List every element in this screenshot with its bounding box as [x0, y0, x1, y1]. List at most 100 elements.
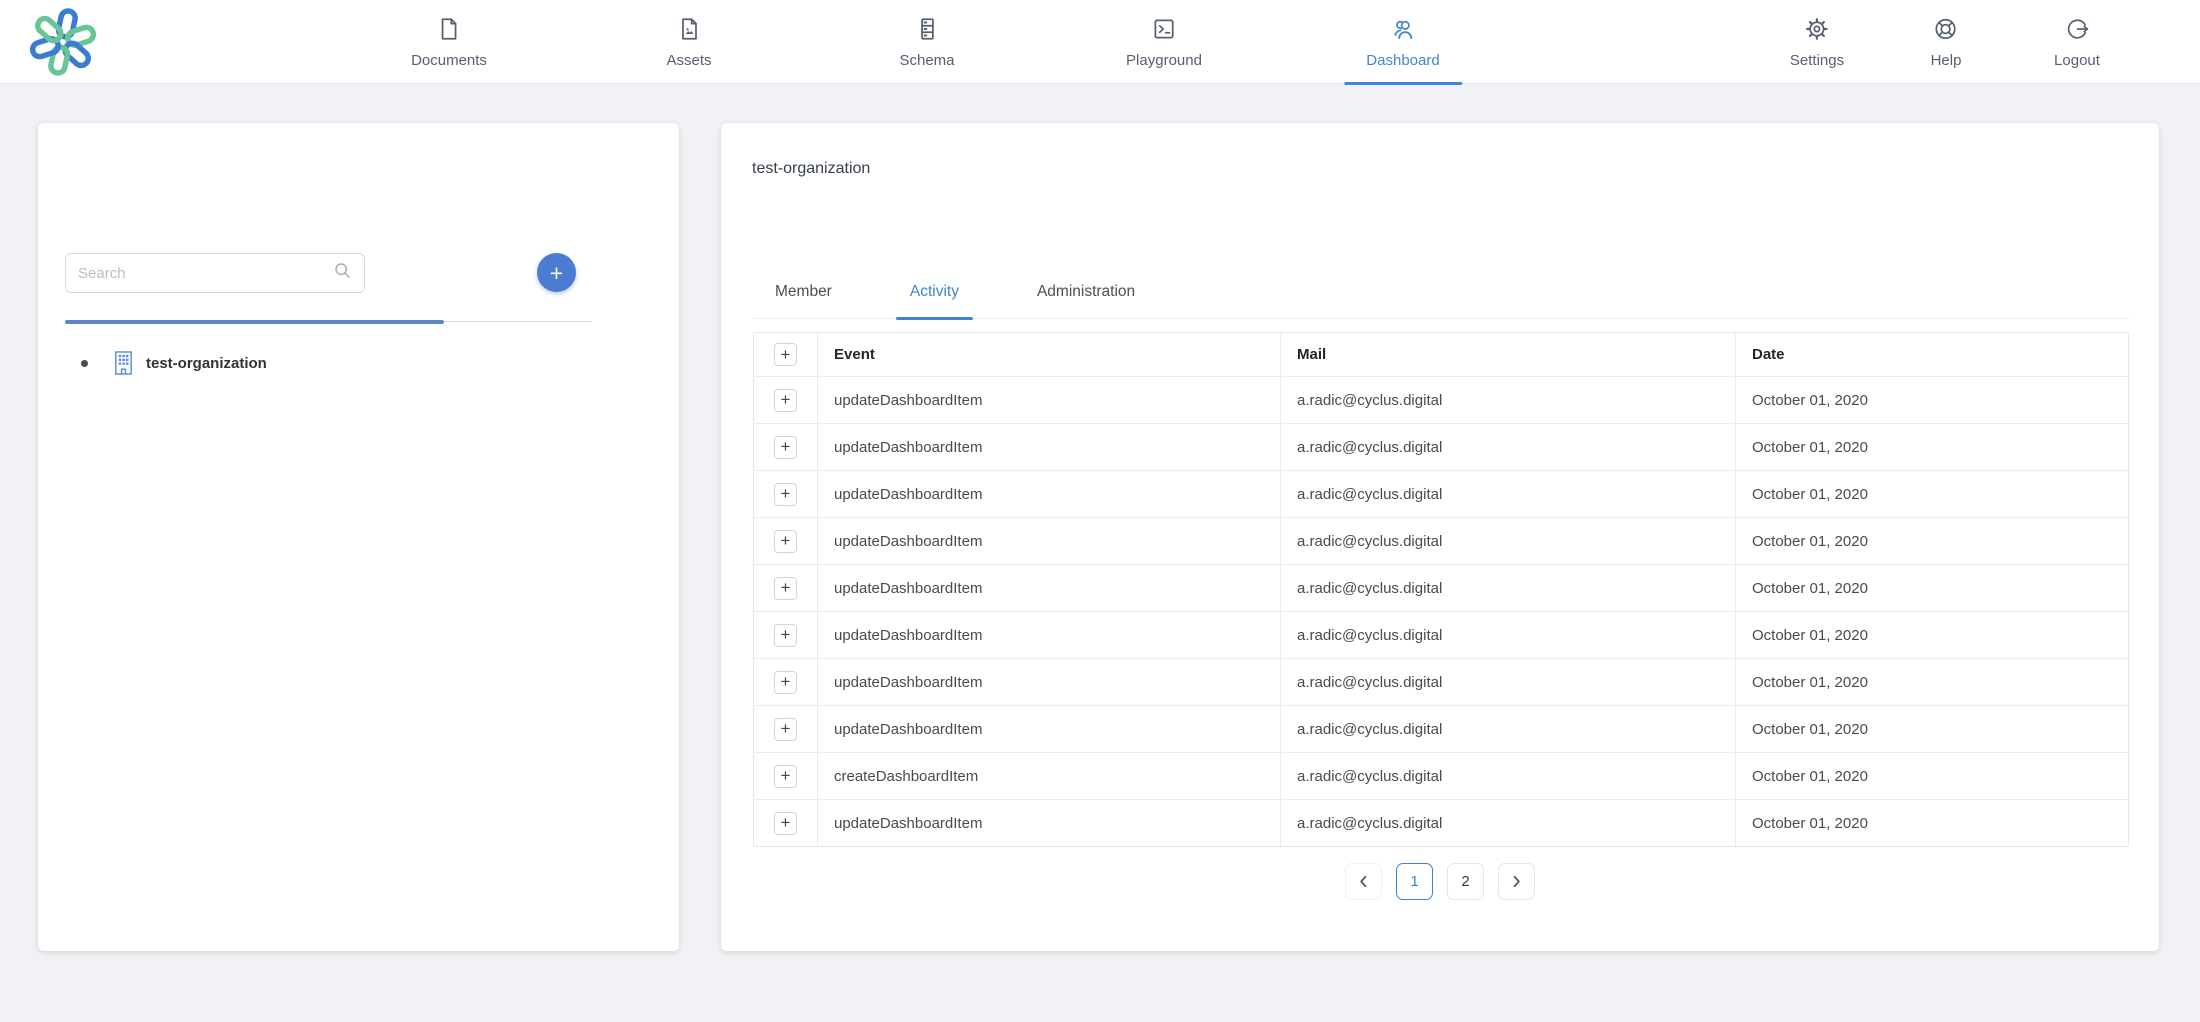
nav-label: Settings — [1790, 52, 1844, 69]
activity-table: Event Mail Date updateDashboardItem a.ra… — [753, 332, 2129, 847]
event-cell: updateDashboardItem — [817, 518, 1280, 564]
table-row: createDashboardItem a.radic@cyclus.digit… — [754, 752, 2128, 799]
database-icon — [914, 16, 940, 46]
expand-row-button[interactable] — [774, 436, 797, 459]
table-row: updateDashboardItem a.radic@cyclus.digit… — [754, 705, 2128, 752]
event-cell: updateDashboardItem — [817, 565, 1280, 611]
header-event: Event — [817, 333, 1280, 376]
expand-cell — [754, 800, 817, 846]
date-cell: October 01, 2020 — [1735, 612, 2130, 658]
mail-cell: a.radic@cyclus.digital — [1280, 612, 1735, 658]
nav-item-schema[interactable]: Schema — [899, 0, 954, 84]
header-mail: Mail — [1280, 333, 1735, 376]
table-row: updateDashboardItem a.radic@cyclus.digit… — [754, 423, 2128, 470]
expand-cell — [754, 706, 817, 752]
next-page-button[interactable] — [1498, 863, 1535, 900]
table-row: updateDashboardItem a.radic@cyclus.digit… — [754, 658, 2128, 705]
nav-label: Playground — [1126, 52, 1202, 69]
expand-row-button[interactable] — [774, 530, 797, 553]
terminal-icon — [1151, 16, 1177, 46]
organization-detail-panel: test-organization Member Activity Admini… — [721, 123, 2159, 951]
nav-label: Logout — [2054, 52, 2100, 69]
event-cell: updateDashboardItem — [817, 800, 1280, 846]
add-organization-button[interactable]: + — [537, 253, 576, 292]
tree-bullet-icon — [81, 360, 88, 367]
top-navbar: Documents Assets Schema Playground — [0, 0, 2200, 84]
gear-icon — [1804, 16, 1830, 46]
tree-item-test-organization[interactable]: test-organization — [38, 345, 679, 381]
date-cell: October 01, 2020 — [1735, 706, 2130, 752]
mail-cell: a.radic@cyclus.digital — [1280, 565, 1735, 611]
document-icon — [436, 16, 462, 46]
tree-item-label: test-organization — [146, 355, 267, 372]
mail-cell: a.radic@cyclus.digital — [1280, 800, 1735, 846]
table-body: updateDashboardItem a.radic@cyclus.digit… — [754, 376, 2128, 846]
search-icon[interactable] — [333, 261, 352, 285]
scrollbar-thumb[interactable] — [65, 320, 444, 324]
search-box — [65, 253, 365, 293]
expand-row-button[interactable] — [774, 483, 797, 506]
nav-label: Dashboard — [1366, 52, 1439, 69]
nav-item-help[interactable]: Help — [1931, 0, 1962, 84]
event-cell: updateDashboardItem — [817, 377, 1280, 423]
nav-item-assets[interactable]: Assets — [666, 0, 711, 84]
tab-administration[interactable]: Administration — [1023, 283, 1149, 318]
expand-cell — [754, 659, 817, 705]
header-expand-cell — [754, 333, 817, 376]
search-row: + — [65, 253, 679, 293]
expand-row-button[interactable] — [774, 812, 797, 835]
expand-cell — [754, 377, 817, 423]
table-row: updateDashboardItem a.radic@cyclus.digit… — [754, 376, 2128, 423]
horizontal-scrollbar[interactable] — [65, 319, 592, 324]
expand-row-button[interactable] — [774, 389, 797, 412]
page-button-2[interactable]: 2 — [1447, 863, 1484, 900]
tab-member[interactable]: Member — [761, 283, 846, 318]
table-row: updateDashboardItem a.radic@cyclus.digit… — [754, 564, 2128, 611]
expand-row-button[interactable] — [774, 765, 797, 788]
nav-item-logout[interactable]: Logout — [2054, 0, 2100, 84]
page-title: test-organization — [752, 160, 870, 178]
tab-activity[interactable]: Activity — [896, 283, 973, 318]
expand-row-button[interactable] — [774, 624, 797, 647]
nav-label: Documents — [411, 52, 487, 69]
search-input[interactable] — [78, 265, 333, 282]
expand-all-button[interactable] — [774, 343, 797, 366]
event-cell: updateDashboardItem — [817, 706, 1280, 752]
mail-cell: a.radic@cyclus.digital — [1280, 706, 1735, 752]
date-cell: October 01, 2020 — [1735, 424, 2130, 470]
table-row: updateDashboardItem a.radic@cyclus.digit… — [754, 799, 2128, 846]
scrollbar-track — [444, 321, 592, 322]
expand-cell — [754, 424, 817, 470]
expand-cell — [754, 612, 817, 658]
event-cell: createDashboardItem — [817, 753, 1280, 799]
expand-cell — [754, 518, 817, 564]
date-cell: October 01, 2020 — [1735, 800, 2130, 846]
expand-cell — [754, 753, 817, 799]
nav-label: Help — [1931, 52, 1962, 69]
asset-image-icon — [676, 16, 702, 46]
logout-icon — [2064, 16, 2090, 46]
expand-row-button[interactable] — [774, 671, 797, 694]
tab-bar: Member Activity Administration — [753, 263, 2129, 319]
event-cell: updateDashboardItem — [817, 659, 1280, 705]
nav-item-documents[interactable]: Documents — [411, 0, 487, 84]
page-button-1[interactable]: 1 — [1396, 863, 1433, 900]
prev-page-button[interactable] — [1345, 863, 1382, 900]
pagination: 1 2 — [721, 863, 2159, 900]
nav-item-playground[interactable]: Playground — [1126, 0, 1202, 84]
mail-cell: a.radic@cyclus.digital — [1280, 471, 1735, 517]
team-icon — [1390, 16, 1416, 46]
date-cell: October 01, 2020 — [1735, 659, 2130, 705]
date-cell: October 01, 2020 — [1735, 518, 2130, 564]
brand-logo-icon[interactable] — [26, 5, 100, 79]
nav-item-settings[interactable]: Settings — [1790, 0, 1844, 84]
table-row: updateDashboardItem a.radic@cyclus.digit… — [754, 470, 2128, 517]
building-icon — [112, 350, 135, 376]
event-cell: updateDashboardItem — [817, 471, 1280, 517]
expand-row-button[interactable] — [774, 577, 797, 600]
mail-cell: a.radic@cyclus.digital — [1280, 659, 1735, 705]
mail-cell: a.radic@cyclus.digital — [1280, 518, 1735, 564]
mail-cell: a.radic@cyclus.digital — [1280, 377, 1735, 423]
nav-item-dashboard[interactable]: Dashboard — [1366, 0, 1439, 84]
expand-row-button[interactable] — [774, 718, 797, 741]
